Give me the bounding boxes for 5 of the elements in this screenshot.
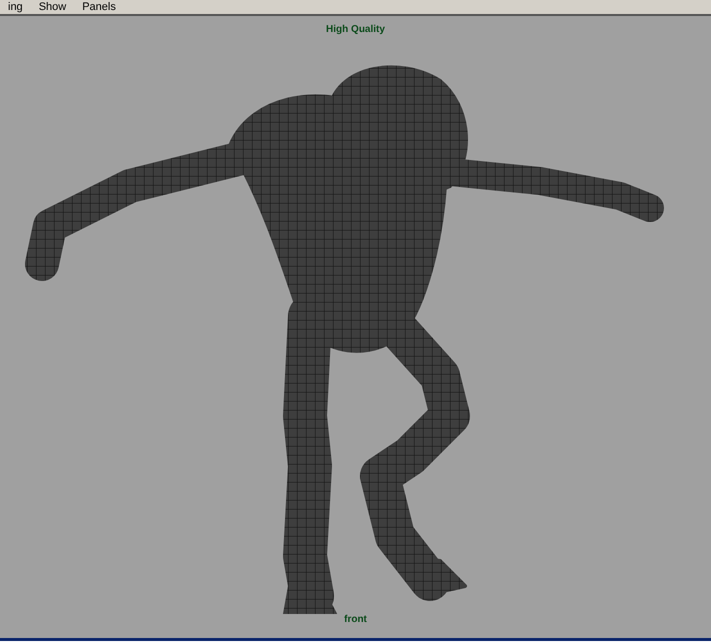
camera-label: front: [344, 614, 367, 626]
menu-item[interactable]: Panels: [74, 0, 124, 14]
menu-item[interactable]: Show: [30, 0, 74, 14]
menu-item[interactable]: ing: [0, 0, 31, 14]
quality-label: High Quality: [326, 24, 385, 36]
